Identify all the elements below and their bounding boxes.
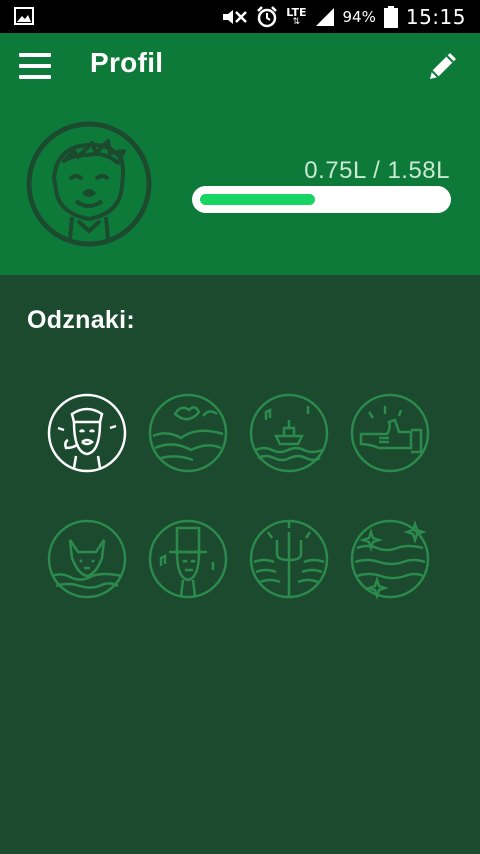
bird-landscape-badge[interactable] (147, 392, 229, 474)
hamburger-menu-icon[interactable] (18, 51, 52, 81)
boat-music-badge[interactable] (248, 392, 330, 474)
water-progress-fill (200, 194, 315, 205)
water-progress-text: 0.75L / 1.58L (304, 157, 450, 184)
gallery-icon (14, 7, 34, 25)
sailor-captain-badge[interactable] (46, 392, 128, 474)
user-face-icon[interactable] (26, 121, 152, 247)
hand-thumbs-badge[interactable] (349, 392, 431, 474)
status-bar: LTE ⇅ 94% 15:15 (0, 0, 480, 33)
sparkle-waves-badge[interactable] (349, 518, 431, 600)
badges-heading: Odznaki: (27, 306, 135, 334)
page-title: Profil (90, 47, 164, 78)
clock: 15:15 (405, 4, 466, 29)
status-icons: LTE ⇅ 94% 15:15 (220, 0, 466, 33)
trident-badge[interactable] (248, 518, 330, 600)
fox-water-badge[interactable] (46, 518, 128, 600)
water-progress-bar (192, 186, 451, 213)
lte-icon: LTE ⇅ (286, 5, 307, 27)
profile-header: Profil 0.75L / 1.58L (0, 33, 480, 275)
battery-percent: 94% (342, 7, 376, 26)
battery-icon (383, 5, 398, 28)
signal-icon (315, 7, 334, 26)
mute-icon (223, 9, 248, 24)
lte-label: LTE (286, 5, 307, 19)
pencil-icon[interactable] (426, 49, 460, 83)
top-hat-man-badge[interactable] (147, 518, 229, 600)
alarm-icon (257, 5, 278, 27)
